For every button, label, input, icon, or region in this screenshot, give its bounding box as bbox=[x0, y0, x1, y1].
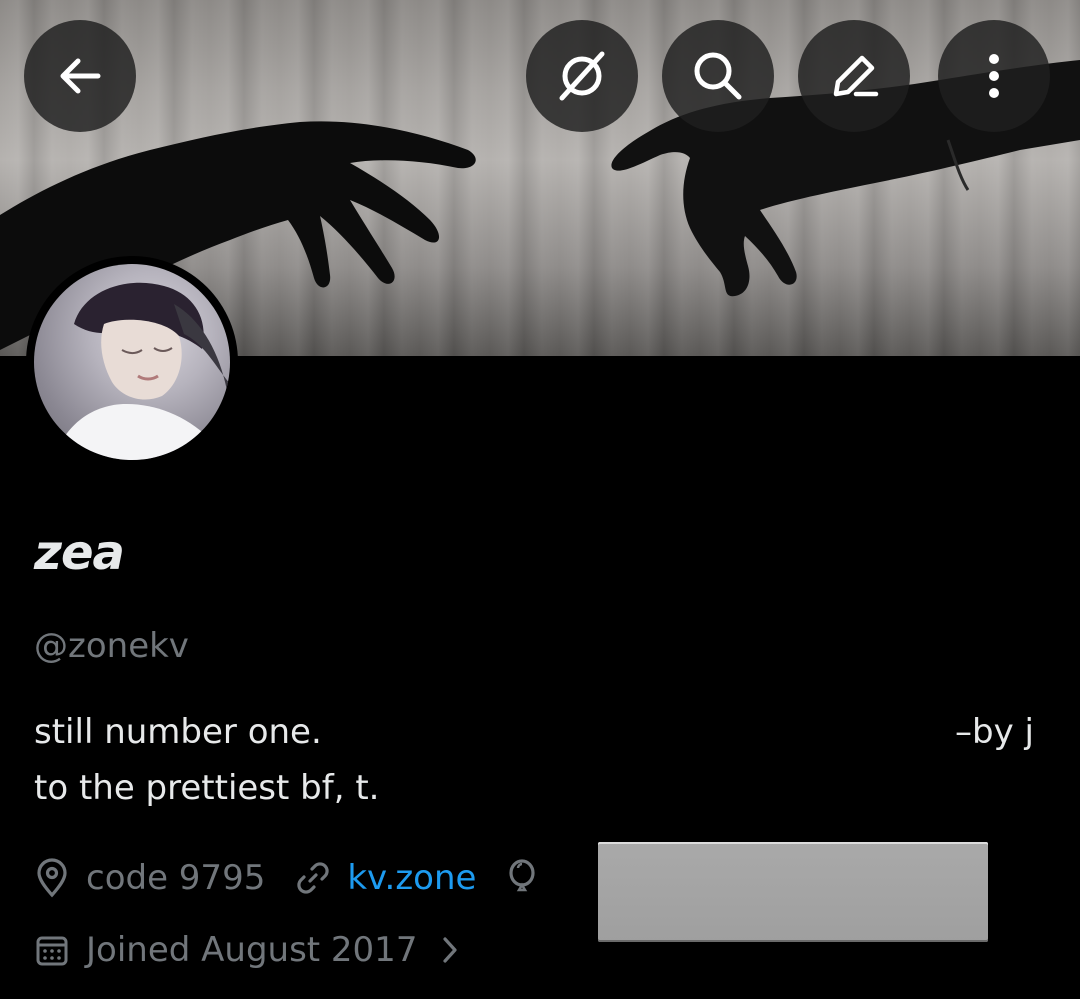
bio-line-2: to the prettiest bf, t. bbox=[34, 768, 380, 808]
more-button[interactable] bbox=[938, 20, 1050, 132]
location-item: code 9795 bbox=[34, 858, 265, 898]
balloon-icon bbox=[509, 859, 536, 892]
joined-row[interactable]: Joined August 2017 bbox=[34, 920, 461, 980]
calendar-icon bbox=[36, 936, 68, 966]
location-text: code 9795 bbox=[86, 858, 266, 898]
bio-line-1: still number one. bbox=[34, 712, 322, 752]
search-icon bbox=[694, 52, 742, 100]
grok-icon bbox=[559, 51, 605, 101]
chevron-right-icon[interactable] bbox=[439, 933, 461, 967]
location-pin-icon bbox=[37, 858, 67, 898]
pencil-icon bbox=[833, 55, 879, 97]
back-button[interactable] bbox=[24, 20, 136, 132]
grok-button[interactable] bbox=[526, 20, 638, 132]
avatar-image bbox=[34, 264, 230, 460]
edit-button[interactable] bbox=[798, 20, 910, 132]
redacted-overlay bbox=[598, 842, 988, 942]
search-button[interactable] bbox=[662, 20, 774, 132]
profile-meta-row: code 9795 kv.zone bbox=[34, 848, 584, 908]
more-vertical-icon bbox=[989, 54, 999, 98]
arrow-left-icon bbox=[60, 58, 101, 94]
joined-text: Joined August 2017 bbox=[86, 930, 418, 970]
website-item[interactable]: kv.zone bbox=[295, 858, 476, 898]
link-icon bbox=[297, 862, 329, 894]
profile-page: zea @zonekv still number one. –by j to t… bbox=[0, 0, 1080, 999]
birthday-item bbox=[506, 858, 554, 898]
user-handle: @zonekv bbox=[34, 626, 189, 666]
profile-avatar[interactable] bbox=[26, 256, 238, 468]
bio-signature: –by j bbox=[955, 712, 1034, 752]
display-name: zea bbox=[34, 525, 125, 581]
website-link[interactable]: kv.zone bbox=[347, 858, 476, 898]
joined-item: Joined August 2017 bbox=[34, 930, 417, 970]
